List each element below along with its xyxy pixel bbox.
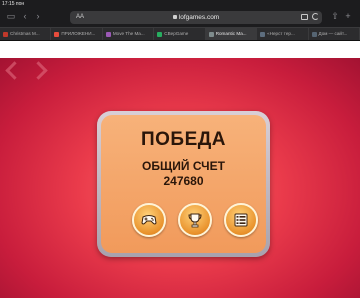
level-list-button[interactable] [224,203,258,237]
page-header-strip [0,41,360,58]
reader-mode-icon[interactable] [301,14,308,20]
game-area: ПОБЕДА ОБЩИЙ СЧЕТ 247680 [0,58,360,298]
back-icon[interactable]: ‹ [20,11,30,21]
back-arrow-icon [5,61,24,80]
share-icon[interactable]: ⇧ [330,11,340,21]
victory-dialog: ПОБЕДА ОБЩИЙ СЧЕТ 247680 [97,111,270,257]
tab-6[interactable]: Дом — сайт... [309,28,360,40]
tab-bar: Christmas M... ПРИЛОЖЕНИ... Move The Ma.… [0,27,360,41]
tab-5[interactable]: «Нерст тер... [257,28,309,40]
score-value: 247680 [163,174,204,188]
leaderboard-button[interactable] [178,203,212,237]
tab-0[interactable]: Christmas M... [0,28,52,40]
address-bar[interactable]: AA lofgames.com [70,11,322,24]
browser-toolbar: ▭ ‹ › AA lofgames.com ⇧ + [0,7,360,27]
tab-favicon-icon [105,31,111,37]
tab-favicon-icon [54,31,60,37]
tab-favicon-icon [208,31,214,37]
gamepad-icon [141,215,157,225]
forward-arrow-icon [29,61,48,80]
forward-icon[interactable]: › [33,11,43,21]
url-text: lofgames.com [178,14,220,21]
reload-icon[interactable] [312,13,319,20]
tab-favicon-icon [311,31,317,37]
lock-icon [172,15,177,19]
tab-1[interactable]: ПРИЛОЖЕНИ... [51,28,103,40]
trophy-icon [188,213,202,228]
tab-4-active[interactable]: Romantic Ma... [205,28,258,40]
play-again-button[interactable] [132,203,166,237]
new-tab-icon[interactable]: + [343,11,353,21]
tab-3[interactable]: CBepGame [154,28,206,40]
tab-favicon-icon [3,31,8,37]
tab-favicon-icon [260,31,266,37]
tab-2[interactable]: Move The Ma... [103,28,155,40]
score-label: ОБЩИЙ СЧЕТ [142,159,225,173]
sidebar-icon[interactable]: ▭ [6,11,16,21]
tab-favicon-icon [157,31,163,37]
victory-panel: ПОБЕДА ОБЩИЙ СЧЕТ 247680 [101,115,266,253]
victory-title: ПОБЕДА [140,129,227,150]
url-display[interactable]: lofgames.com [70,11,322,24]
list-icon [234,213,248,227]
